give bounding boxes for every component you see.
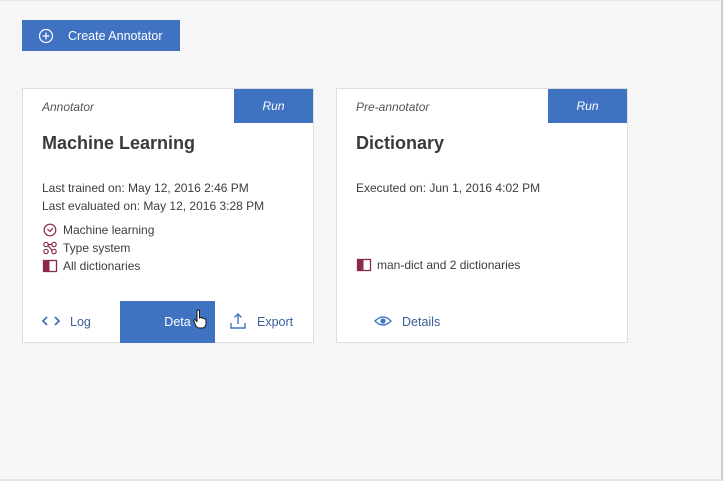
card-meta: Last trained on: May 12, 2016 2:46 PM La…	[42, 179, 264, 215]
prop-all-dictionaries: All dictionaries	[42, 257, 154, 275]
details-label: Details	[402, 315, 441, 329]
card-kind: Annotator	[42, 100, 95, 114]
card-title: Dictionary	[356, 133, 445, 153]
eye-icon	[374, 315, 392, 330]
details-link[interactable]: Details	[374, 301, 440, 343]
export-label: Export	[257, 315, 294, 329]
card-kind: Pre-annotator	[356, 100, 430, 114]
book-icon	[356, 258, 372, 272]
card-meta: Executed on: Jun 1, 2016 4:02 PM	[356, 179, 540, 197]
prop-label: Machine learning	[63, 223, 155, 237]
create-annotator-button[interactable]: Create Annotator	[22, 20, 180, 51]
export-icon	[229, 312, 247, 333]
log-label: Log	[70, 315, 91, 329]
prop-dictionaries: man-dict and 2 dictionaries	[356, 256, 520, 274]
card-properties: man-dict and 2 dictionaries	[356, 256, 520, 274]
export-link[interactable]: Export	[229, 301, 293, 343]
app-frame: Create Annotator Annotator Run Machine L…	[0, 0, 723, 481]
prop-type-system: Type system	[42, 239, 154, 257]
type-system-icon	[42, 241, 58, 255]
details-label: Deta	[164, 315, 191, 329]
plus-circle-icon	[38, 28, 54, 44]
executed-on: Executed on: Jun 1, 2016 4:02 PM	[356, 181, 541, 195]
run-button[interactable]: Run	[234, 89, 313, 123]
prop-label: All dictionaries	[63, 259, 141, 273]
annotator-card-machine-learning: Annotator Run Machine Learning Last trai…	[22, 88, 314, 343]
card-title: Machine Learning	[42, 133, 196, 153]
prop-label: Type system	[63, 241, 131, 255]
log-link[interactable]: Log	[41, 301, 91, 343]
prop-machine-learning: Machine learning	[42, 221, 154, 239]
hand-cursor-icon	[193, 309, 207, 329]
card-properties: Machine learning Type system All diction…	[42, 221, 154, 275]
code-icon	[41, 315, 61, 329]
clock-icon	[42, 223, 58, 237]
prop-label: man-dict and 2 dictionaries	[377, 258, 521, 272]
last-trained: Last trained on: May 12, 2016 2:46 PM	[42, 181, 249, 195]
book-icon	[42, 259, 58, 273]
run-button[interactable]: Run	[548, 89, 627, 123]
create-annotator-label: Create Annotator	[68, 28, 163, 43]
last-evaluated: Last evaluated on: May 12, 2016 3:28 PM	[42, 199, 265, 213]
pre-annotator-card-dictionary: Pre-annotator Run Dictionary Executed on…	[336, 88, 628, 343]
